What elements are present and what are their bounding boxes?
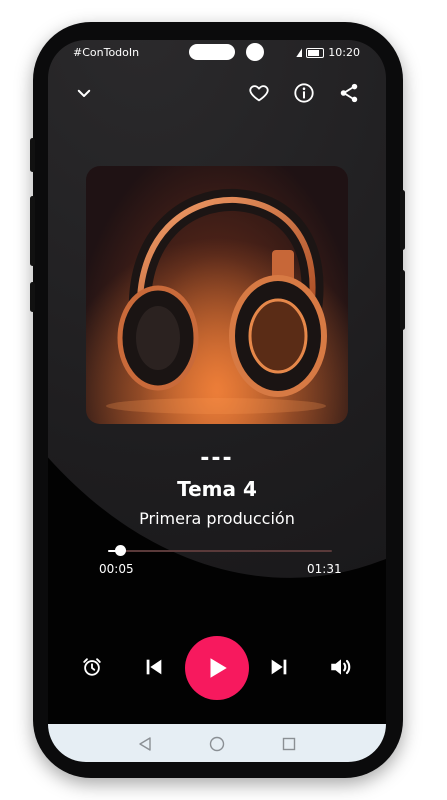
- signal-icon: [296, 48, 303, 57]
- volume-icon: [331, 659, 351, 675]
- progress-thumb[interactable]: [115, 545, 127, 556]
- album-cover: [86, 166, 348, 424]
- total-duration: 01:31: [307, 562, 342, 576]
- volume-button[interactable]: [327, 653, 355, 681]
- back-button[interactable]: [137, 736, 153, 752]
- favorite-button[interactable]: [246, 80, 272, 106]
- side-button-right: [400, 190, 405, 250]
- notch: [189, 44, 235, 60]
- collapse-button[interactable]: [71, 80, 97, 106]
- system-nav-bar: [48, 724, 386, 762]
- album-name: ---: [200, 446, 234, 471]
- next-button[interactable]: [266, 654, 292, 680]
- play-icon: [210, 658, 227, 678]
- alarm-clock-icon: [83, 658, 101, 676]
- status-time: 10:20: [328, 46, 360, 59]
- share-button[interactable]: [336, 80, 362, 106]
- skip-next-icon: [271, 659, 287, 675]
- side-button-left-3: [30, 282, 35, 312]
- previous-button[interactable]: [141, 654, 167, 680]
- info-icon: [294, 83, 314, 103]
- headphones-image: [86, 166, 348, 424]
- status-bar: #ConTodoIn 10:20: [48, 40, 386, 68]
- play-button[interactable]: [185, 636, 249, 700]
- camera-dot: [246, 43, 264, 61]
- battery-icon: [306, 47, 325, 58]
- elapsed-time: 00:05: [99, 562, 134, 576]
- carrier-label: #ConTodoIn: [73, 46, 140, 59]
- home-circle-icon: [209, 736, 225, 752]
- side-button-right-2: [400, 270, 405, 330]
- back-triangle-icon: [139, 737, 151, 751]
- info-button[interactable]: [291, 80, 317, 106]
- chevron-down-icon: [77, 89, 91, 97]
- share-icon: [340, 83, 358, 103]
- recents-button[interactable]: [281, 736, 297, 752]
- skip-previous-icon: [146, 659, 162, 675]
- progress-bar[interactable]: [108, 545, 332, 556]
- app-screen: #ConTodoIn 10:20 --- Tema 4 Primera prod…: [48, 40, 386, 762]
- side-button-left-2: [30, 196, 35, 266]
- track-title: Tema 4: [177, 477, 257, 501]
- recents-square-icon: [282, 737, 296, 751]
- status-icons: 10:20: [296, 46, 360, 59]
- track-artist: Primera producción: [139, 509, 295, 528]
- sleep-timer-button[interactable]: [79, 654, 105, 680]
- side-button-left: [30, 138, 35, 172]
- heart-icon: [249, 85, 269, 102]
- home-button[interactable]: [209, 736, 225, 752]
